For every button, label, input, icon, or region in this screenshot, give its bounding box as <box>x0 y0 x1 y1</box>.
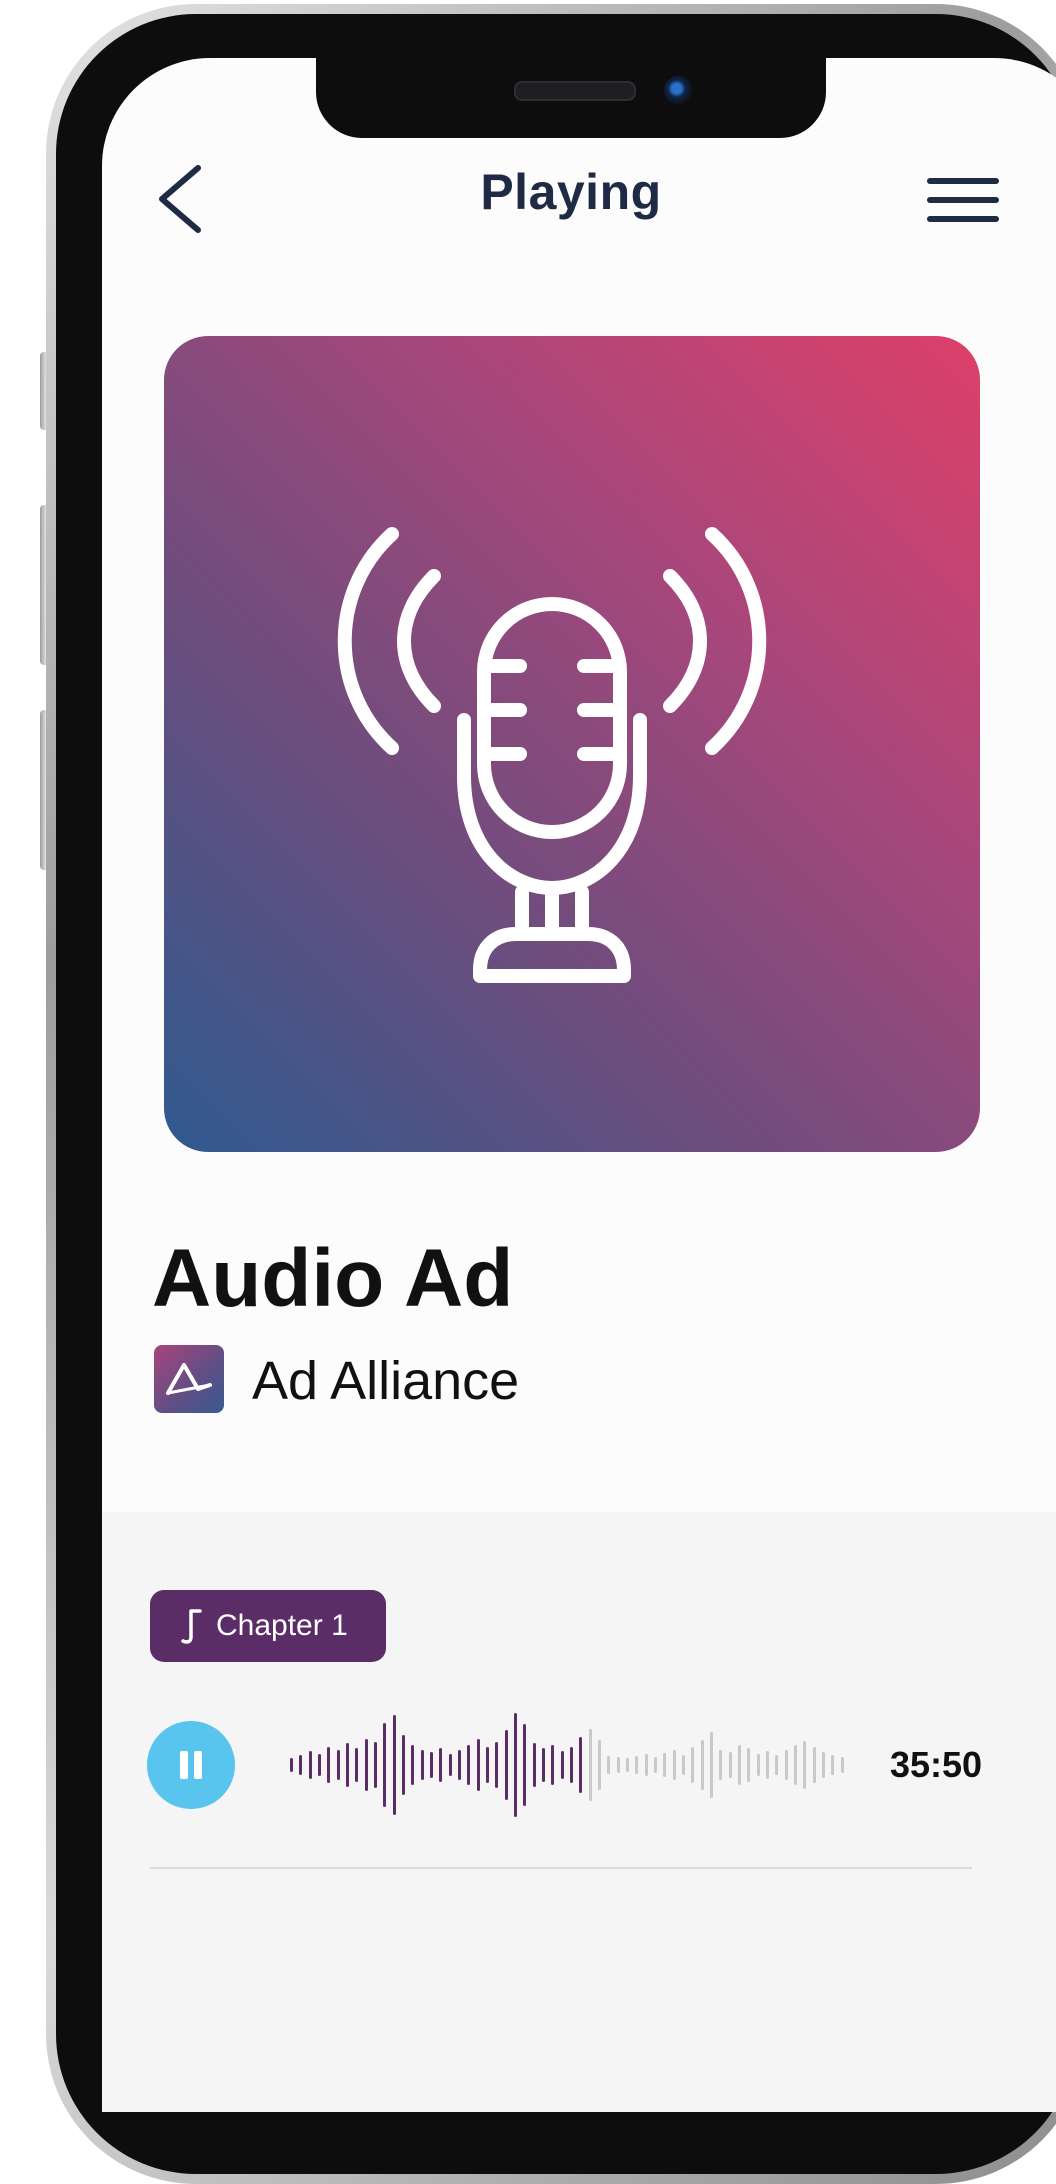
waveform-bar <box>420 1750 424 1780</box>
waveform-bar <box>336 1750 340 1780</box>
podcast-artwork <box>164 336 980 1152</box>
waveform-bar <box>392 1715 396 1815</box>
waveform-bar <box>570 1747 573 1783</box>
waveform-bar <box>551 1745 555 1785</box>
chapter-label: Chapter 1 <box>216 1609 348 1642</box>
waveform-bar <box>458 1750 461 1780</box>
ad-alliance-logo <box>154 1345 224 1413</box>
earpiece-speaker <box>514 81 636 101</box>
waveform-bar <box>775 1755 779 1775</box>
waveform-bar <box>327 1747 331 1783</box>
waveform-bar <box>644 1754 648 1776</box>
waveform-bar <box>700 1740 704 1790</box>
waveform-bar <box>663 1753 667 1777</box>
waveform-bar <box>710 1732 713 1798</box>
waveform-bar <box>495 1742 499 1788</box>
chapter-chip[interactable]: Chapter 1 <box>150 1590 386 1662</box>
waveform-bar <box>486 1747 489 1783</box>
waveform-bar <box>542 1748 545 1782</box>
waveform-bar <box>514 1713 517 1817</box>
waveform-bar <box>607 1756 611 1774</box>
waveform-bar <box>766 1751 769 1779</box>
waveform-bar <box>756 1754 760 1776</box>
waveform-bar <box>691 1747 695 1783</box>
waveform-bar <box>364 1739 368 1791</box>
divider <box>150 1867 972 1869</box>
waveform-bar <box>411 1745 415 1785</box>
waveform-bar <box>579 1737 583 1793</box>
waveform-bar <box>448 1754 452 1776</box>
chevron-left-icon[interactable] <box>152 164 206 234</box>
waveform-bar <box>467 1745 471 1785</box>
waveform-bar <box>654 1757 657 1773</box>
waveform-bar <box>402 1735 405 1795</box>
waveform-bar <box>738 1745 741 1785</box>
waveform-bar <box>822 1752 825 1778</box>
waveform-bar <box>616 1757 620 1773</box>
waveform-bar <box>308 1751 312 1779</box>
waveform-bar <box>672 1750 676 1780</box>
waveform-bar <box>439 1748 443 1782</box>
waveform-bar <box>504 1730 508 1800</box>
waveform-bar <box>598 1740 601 1790</box>
waveform-bar <box>299 1755 303 1775</box>
waveform-bar <box>728 1752 732 1778</box>
hamburger-menu-icon[interactable] <box>926 176 1000 224</box>
duration-label: 35:50 <box>890 1744 983 1785</box>
podcast-microphone-icon <box>337 527 767 983</box>
waveform-bar <box>635 1756 639 1774</box>
waveform-bar <box>355 1748 359 1782</box>
page-title: Playing <box>480 164 662 220</box>
waveform-bar <box>383 1723 387 1807</box>
waveform-bar <box>476 1739 480 1791</box>
front-camera <box>664 76 692 104</box>
waveform-bar <box>794 1745 797 1785</box>
waveform-bar <box>430 1752 433 1778</box>
waveform-bar <box>682 1755 685 1775</box>
artist-name[interactable]: Ad Alliance <box>252 1350 519 1412</box>
waveform-bar <box>840 1757 844 1773</box>
waveform-bar <box>803 1741 807 1789</box>
music-note-icon <box>181 1609 202 1644</box>
audio-waveform[interactable] <box>290 1712 850 1818</box>
waveform-bar <box>374 1742 377 1788</box>
waveform-bar <box>626 1758 629 1772</box>
waveform-bar <box>560 1751 564 1779</box>
waveform-bar <box>532 1743 536 1787</box>
waveform-bar <box>290 1758 293 1772</box>
track-title: Audio Ad <box>152 1233 514 1324</box>
waveform-bar <box>831 1755 835 1775</box>
waveform-bar <box>719 1750 723 1780</box>
waveform-bar <box>523 1724 527 1806</box>
waveform-bar <box>346 1743 349 1787</box>
waveform-bar <box>812 1747 816 1783</box>
waveform-bar <box>747 1748 751 1782</box>
pause-button[interactable] <box>147 1721 235 1809</box>
waveform-bar <box>318 1754 321 1776</box>
waveform-bar <box>784 1750 788 1780</box>
waveform-bar <box>588 1729 592 1801</box>
